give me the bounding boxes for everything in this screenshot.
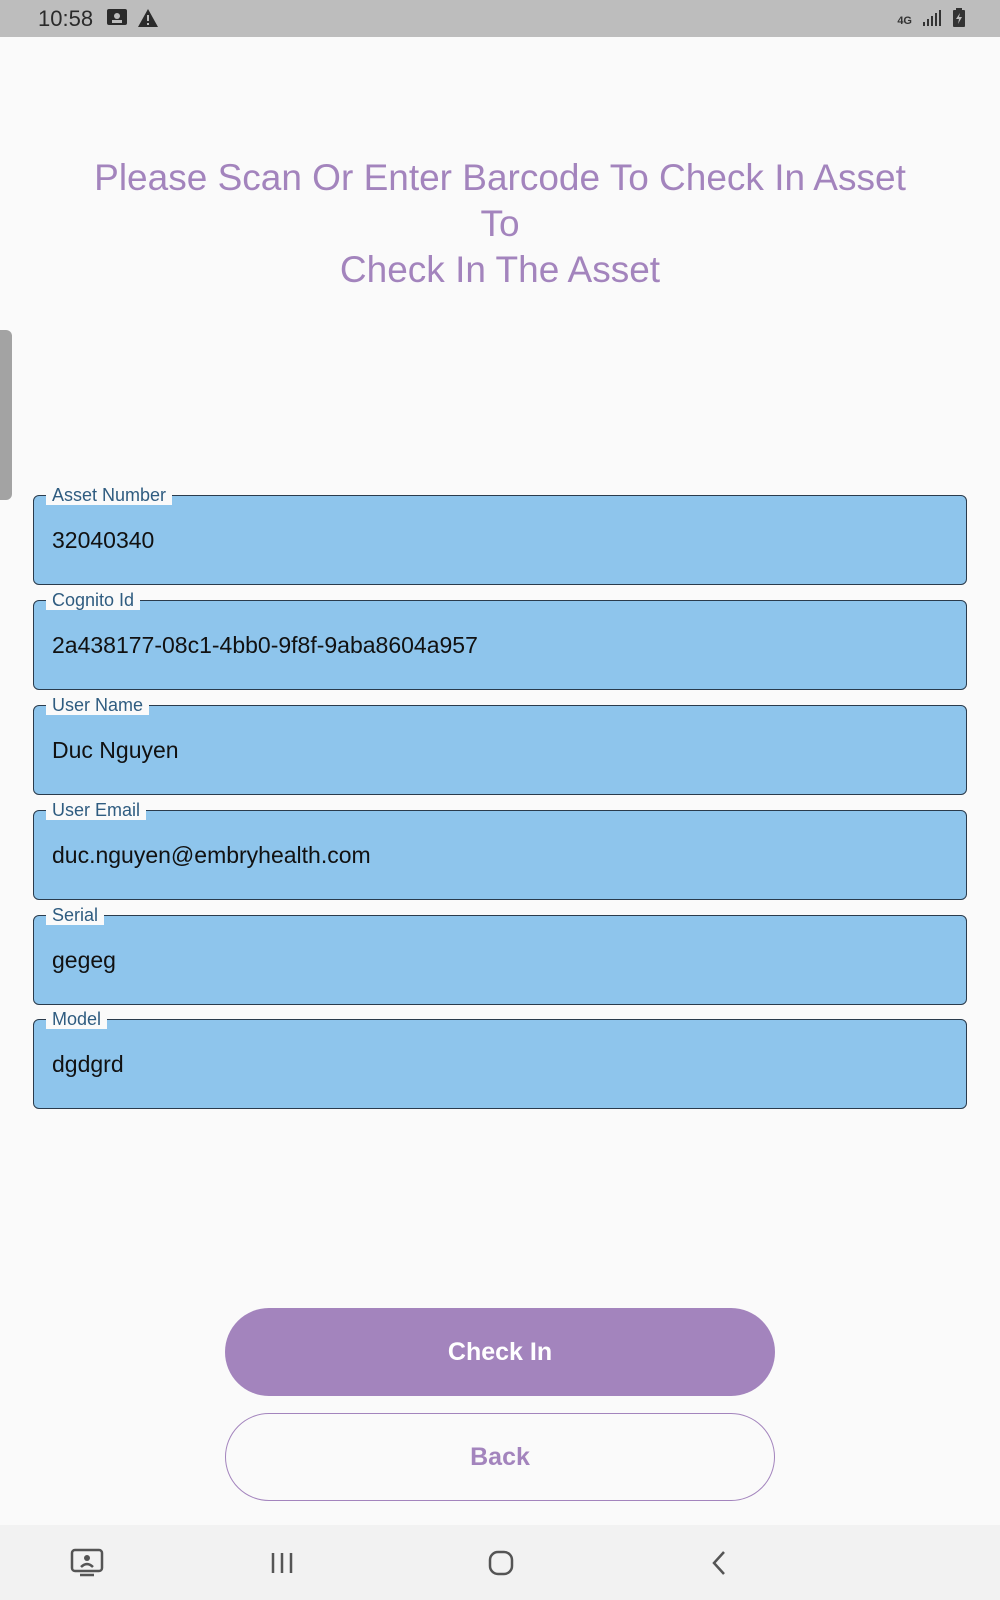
screenshot-icon	[106, 8, 128, 33]
user-email-label: User Email	[46, 800, 147, 820]
check-in-button[interactable]: Check In	[225, 1308, 775, 1396]
page-title-line-1: Please Scan Or Enter Barcode To Check In…	[94, 157, 906, 198]
cognito-id-label: Cognito Id	[46, 590, 141, 610]
page-title: Please Scan Or Enter Barcode To Check In…	[60, 155, 940, 293]
recents-icon[interactable]	[262, 1543, 302, 1583]
navigation-bar	[0, 1525, 1000, 1600]
user-name-field[interactable]: User Name Duc Nguyen	[33, 695, 967, 795]
model-label: Model	[46, 1009, 108, 1029]
battery-charging-icon	[952, 8, 966, 33]
user-name-value[interactable]: Duc Nguyen	[52, 736, 179, 764]
asset-number-label: Asset Number	[46, 485, 173, 505]
serial-field[interactable]: Serial gegeg	[33, 905, 967, 1005]
signal-icon	[922, 9, 942, 32]
user-email-value[interactable]: duc.nguyen@embryhealth.com	[52, 841, 371, 869]
recent-screen-icon[interactable]	[67, 1543, 107, 1583]
cognito-id-field[interactable]: Cognito Id 2a438177-08c1-4bb0-9f8f-9aba8…	[33, 590, 967, 690]
user-email-field[interactable]: User Email duc.nguyen@embryhealth.com	[33, 800, 967, 900]
status-time: 10:58	[38, 6, 94, 31]
model-value[interactable]: dgdgrd	[52, 1050, 124, 1078]
page-title-line-2: To	[480, 203, 520, 244]
back-button[interactable]: Back	[225, 1413, 775, 1501]
user-name-label: User Name	[46, 695, 150, 715]
status-bar: 10:58 4G	[0, 0, 1000, 37]
serial-label: Serial	[46, 905, 105, 925]
asset-number-value[interactable]: 32040340	[52, 526, 154, 554]
cognito-id-value[interactable]: 2a438177-08c1-4bb0-9f8f-9aba8604a957	[52, 631, 478, 659]
model-field[interactable]: Model dgdgrd	[33, 1009, 967, 1109]
asset-number-field[interactable]: Asset Number 32040340	[33, 485, 967, 585]
serial-value[interactable]: gegeg	[52, 946, 116, 974]
back-icon[interactable]	[700, 1543, 740, 1583]
scroll-indicator[interactable]	[0, 330, 12, 500]
network-4g-icon: 4G	[897, 14, 912, 27]
warning-icon	[137, 8, 159, 33]
page-title-line-3: Check In The Asset	[339, 249, 661, 290]
home-icon[interactable]	[481, 1543, 521, 1583]
